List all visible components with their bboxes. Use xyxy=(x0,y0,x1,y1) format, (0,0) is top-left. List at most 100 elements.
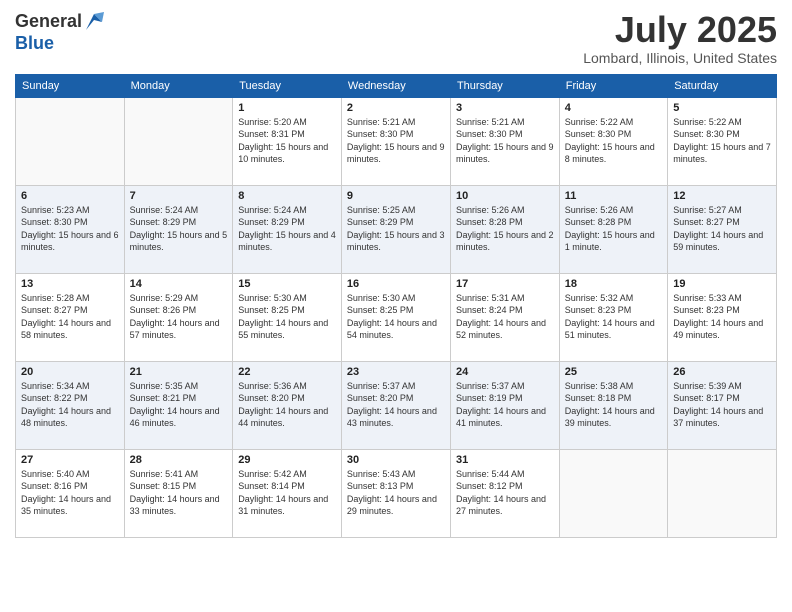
table-row: 17Sunrise: 5:31 AMSunset: 8:24 PMDayligh… xyxy=(450,273,559,361)
daylight-text: Daylight: 15 hours and 7 minutes. xyxy=(673,141,771,166)
day-info: Sunrise: 5:20 AMSunset: 8:31 PMDaylight:… xyxy=(238,116,336,166)
table-row: 27Sunrise: 5:40 AMSunset: 8:16 PMDayligh… xyxy=(16,449,125,537)
day-info: Sunrise: 5:38 AMSunset: 8:18 PMDaylight:… xyxy=(565,380,662,430)
table-row: 4Sunrise: 5:22 AMSunset: 8:30 PMDaylight… xyxy=(559,97,667,185)
table-row: 25Sunrise: 5:38 AMSunset: 8:18 PMDayligh… xyxy=(559,361,667,449)
day-number: 8 xyxy=(238,190,336,202)
sunset-text: Sunset: 8:29 PM xyxy=(347,216,445,229)
table-row: 11 Sunrise: 5:26 AMSunset: 8:28 PMDayligh… xyxy=(559,185,667,273)
col-wednesday: Wednesday xyxy=(341,74,450,97)
sunrise-text: Sunrise: 5:42 AM xyxy=(238,468,336,481)
sunrise-text: Sunrise: 5:29 AM xyxy=(130,292,228,305)
logo-text: General Blue xyxy=(15,10,104,54)
table-row: 5Sunrise: 5:22 AMSunset: 8:30 PMDaylight… xyxy=(668,97,777,185)
sunset-text: Sunset: 8:21 PM xyxy=(130,392,228,405)
day-info: Sunrise: 5:37 AMSunset: 8:19 PMDaylight:… xyxy=(456,380,554,430)
sunrise-text: Sunrise: 5:37 AM xyxy=(347,380,445,393)
col-thursday: Thursday xyxy=(450,74,559,97)
sunrise-text: Sunrise: 5:23 AM xyxy=(21,204,119,217)
daylight-text: Daylight: 14 hours and 57 minutes. xyxy=(130,317,228,342)
day-info: Sunrise: 5:24 AMSunset: 8:29 PMDaylight:… xyxy=(238,204,336,254)
sunset-text: Sunset: 8:31 PM xyxy=(238,128,336,141)
sunset-text: Sunset: 8:27 PM xyxy=(21,304,119,317)
table-row: 30Sunrise: 5:43 AMSunset: 8:13 PMDayligh… xyxy=(341,449,450,537)
day-info: Sunrise: 5:41 AMSunset: 8:15 PMDaylight:… xyxy=(130,468,228,518)
daylight-text: Daylight: 14 hours and 29 minutes. xyxy=(347,493,445,518)
day-info: Sunrise: 5:26 AMSunset: 8:28 PMDaylight:… xyxy=(565,204,662,254)
day-number: 19 xyxy=(673,278,771,290)
col-tuesday: Tuesday xyxy=(233,74,342,97)
table-row: 9Sunrise: 5:25 AMSunset: 8:29 PMDaylight… xyxy=(341,185,450,273)
logo-bird-icon xyxy=(84,10,104,34)
day-number: 18 xyxy=(565,278,662,290)
daylight-text: Daylight: 15 hours and 10 minutes. xyxy=(238,141,336,166)
day-number: 31 xyxy=(456,454,554,466)
calendar-week-row: 20Sunrise: 5:34 AMSunset: 8:22 PMDayligh… xyxy=(16,361,777,449)
sunrise-text: Sunrise: 5:43 AM xyxy=(347,468,445,481)
day-number: 14 xyxy=(130,278,228,290)
table-row: 6Sunrise: 5:23 AMSunset: 8:30 PMDaylight… xyxy=(16,185,125,273)
sunrise-text: Sunrise: 5:24 AM xyxy=(238,204,336,217)
daylight-text: Daylight: 15 hours and 4 minutes. xyxy=(238,229,336,254)
table-row: 29 Sunrise: 5:42 AMSunset: 8:14 PMDayligh… xyxy=(233,449,342,537)
day-number: 6 xyxy=(21,190,119,202)
table-row: 10Sunrise: 5:26 AMSunset: 8:28 PMDayligh… xyxy=(450,185,559,273)
daylight-text: Daylight: 14 hours and 54 minutes. xyxy=(347,317,445,342)
day-number: 4 xyxy=(565,102,662,114)
table-row: 23Sunrise: 5:37 AMSunset: 8:20 PMDayligh… xyxy=(341,361,450,449)
day-number: 5 xyxy=(673,102,771,114)
day-number: 30 xyxy=(347,454,445,466)
daylight-text: Daylight: 15 hours and 2 minutes. xyxy=(456,229,554,254)
sunrise-text: Sunrise: 5:41 AM xyxy=(130,468,228,481)
table-row: 19Sunrise: 5:33 AMSunset: 8:23 PMDayligh… xyxy=(668,273,777,361)
daylight-text: Daylight: 14 hours and 43 minutes. xyxy=(347,405,445,430)
logo: General Blue xyxy=(15,10,104,54)
sunrise-text: Sunrise: 5:30 AM xyxy=(347,292,445,305)
table-row: 1Sunrise: 5:20 AMSunset: 8:31 PMDaylight… xyxy=(233,97,342,185)
day-number: 29 xyxy=(238,454,336,466)
sunrise-text: Sunrise: 5:30 AM xyxy=(238,292,336,305)
calendar-week-row: 6Sunrise: 5:23 AMSunset: 8:30 PMDaylight… xyxy=(16,185,777,273)
calendar-header-row: Sunday Monday Tuesday Wednesday Thursday… xyxy=(16,74,777,97)
table-row: 15Sunrise: 5:30 AMSunset: 8:25 PMDayligh… xyxy=(233,273,342,361)
daylight-text: Daylight: 14 hours and 48 minutes. xyxy=(21,405,119,430)
day-number: 13 xyxy=(21,278,119,290)
sunrise-text: Sunrise: 5:38 AM xyxy=(565,380,662,393)
sunrise-text: Sunrise: 5:31 AM xyxy=(456,292,554,305)
sunset-text: Sunset: 8:23 PM xyxy=(565,304,662,317)
sunset-text: Sunset: 8:28 PM xyxy=(565,216,662,229)
day-info: Sunrise: 5:25 AMSunset: 8:29 PMDaylight:… xyxy=(347,204,445,254)
day-number: 11 xyxy=(565,190,662,202)
day-info: Sunrise: 5:29 AMSunset: 8:26 PMDaylight:… xyxy=(130,292,228,342)
col-saturday: Saturday xyxy=(668,74,777,97)
day-number: 28 xyxy=(130,454,228,466)
day-info: Sunrise: 5:27 AMSunset: 8:27 PMDaylight:… xyxy=(673,204,771,254)
day-info: Sunrise: 5:42 AMSunset: 8:14 PMDaylight:… xyxy=(238,468,336,518)
col-sunday: Sunday xyxy=(16,74,125,97)
calendar-body: 1Sunrise: 5:20 AMSunset: 8:31 PMDaylight… xyxy=(16,97,777,537)
sunrise-text: Sunrise: 5:22 AM xyxy=(565,116,662,129)
day-info: Sunrise: 5:30 AMSunset: 8:25 PMDaylight:… xyxy=(347,292,445,342)
table-row: 21Sunrise: 5:35 AMSunset: 8:21 PMDayligh… xyxy=(124,361,233,449)
calendar-table: Sunday Monday Tuesday Wednesday Thursday… xyxy=(15,74,777,538)
sunrise-text: Sunrise: 5:28 AM xyxy=(21,292,119,305)
table-row: 16Sunrise: 5:30 AMSunset: 8:25 PMDayligh… xyxy=(341,273,450,361)
daylight-text: Daylight: 14 hours and 58 minutes. xyxy=(21,317,119,342)
table-row: 20Sunrise: 5:34 AMSunset: 8:22 PMDayligh… xyxy=(16,361,125,449)
daylight-text: Daylight: 15 hours and 6 minutes. xyxy=(21,229,119,254)
location: Lombard, Illinois, United States xyxy=(583,50,777,66)
sunset-text: Sunset: 8:18 PM xyxy=(565,392,662,405)
table-row: 26Sunrise: 5:39 AMSunset: 8:17 PMDayligh… xyxy=(668,361,777,449)
sunset-text: Sunset: 8:27 PM xyxy=(673,216,771,229)
day-number: 2 xyxy=(347,102,445,114)
daylight-text: Daylight: 15 hours and 9 minutes. xyxy=(456,141,554,166)
day-number: 17 xyxy=(456,278,554,290)
sunrise-text: Sunrise: 5:32 AM xyxy=(565,292,662,305)
sunset-text: Sunset: 8:26 PM xyxy=(130,304,228,317)
sunset-text: Sunset: 8:17 PM xyxy=(673,392,771,405)
sunset-text: Sunset: 8:20 PM xyxy=(238,392,336,405)
table-row: 7Sunrise: 5:24 AMSunset: 8:29 PMDaylight… xyxy=(124,185,233,273)
sunrise-text: Sunrise: 5:21 AM xyxy=(347,116,445,129)
daylight-text: Daylight: 14 hours and 35 minutes. xyxy=(21,493,119,518)
daylight-text: Daylight: 15 hours and 1 minute. xyxy=(565,229,662,254)
